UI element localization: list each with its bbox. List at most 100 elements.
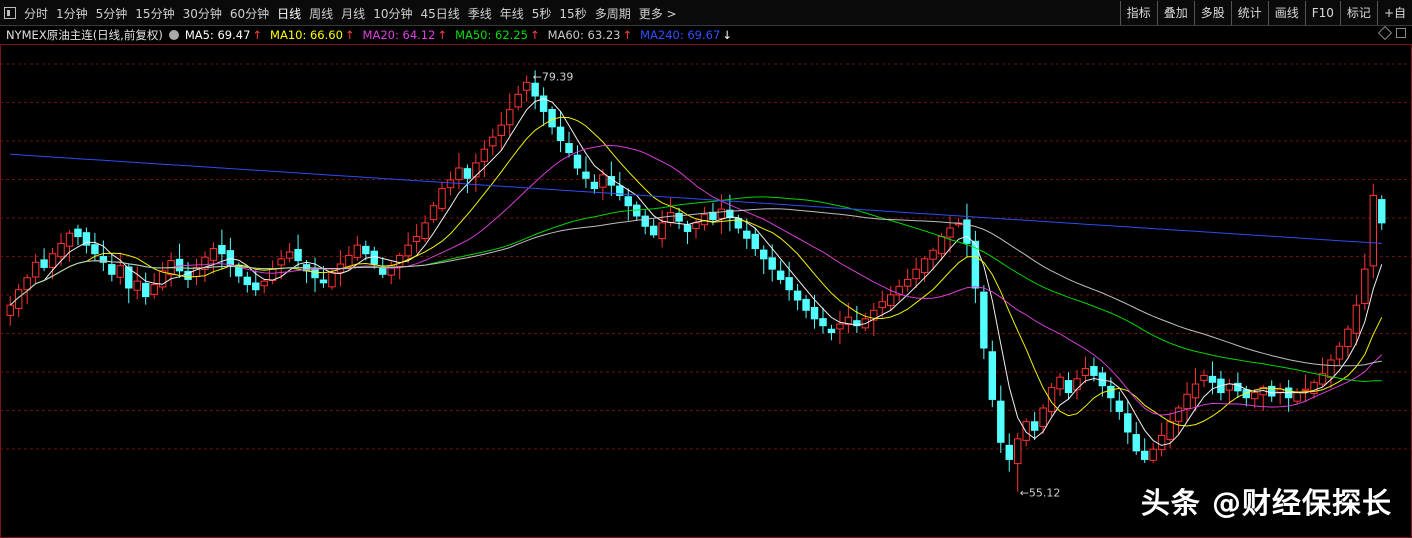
candle-up: [1157, 434, 1166, 451]
period-tab[interactable]: 45日线: [420, 5, 459, 22]
tool-button[interactable]: F10: [1304, 1, 1340, 25]
candle-down: [319, 279, 328, 284]
candle-up: [599, 174, 607, 188]
trend-arrow-icon: ↑: [437, 28, 448, 42]
period-tab[interactable]: 15分钟: [135, 5, 174, 22]
candle-up: [480, 148, 489, 162]
tool-button[interactable]: 标记: [1339, 1, 1377, 25]
diamond-icon[interactable]: [1377, 25, 1393, 41]
instrument-title: NYMEX原油主连(日线,前复权): [6, 28, 163, 42]
candlestick-chart[interactable]: ←79.39 ←55.12: [0, 44, 1412, 538]
candle-down: [548, 109, 556, 128]
candle-down: [1124, 413, 1132, 433]
candle-down: [980, 291, 988, 349]
candle-down: [683, 224, 692, 232]
eye-icon[interactable]: [168, 30, 179, 40]
candle-down: [243, 276, 252, 286]
candle-down: [997, 400, 1005, 443]
period-tab[interactable]: 年线: [500, 5, 524, 22]
candle-down: [590, 181, 599, 190]
tool-button[interactable]: 叠加: [1156, 1, 1194, 25]
square-icon[interactable]: [1396, 28, 1406, 38]
ma10-line: [9, 116, 1383, 427]
candle-up: [353, 244, 362, 258]
period-tab[interactable]: 15秒: [559, 5, 586, 22]
candle-up: [522, 81, 531, 91]
trend-arrow-icon: ↓: [722, 28, 732, 42]
candle-down: [294, 248, 302, 262]
period-tab[interactable]: 30分钟: [183, 5, 222, 22]
period-tab[interactable]: 周线: [309, 5, 333, 22]
candle-down: [743, 230, 751, 239]
panel-toggle-icon[interactable]: [4, 7, 16, 19]
candle-up: [133, 280, 141, 291]
tool-button[interactable]: +自: [1376, 1, 1412, 25]
period-tab[interactable]: 分时: [24, 5, 48, 22]
tool-button[interactable]: 指标: [1119, 1, 1157, 25]
indicator-bar: NYMEX原油主连(日线,前复权) MA5: 69.47 ↑ MA10: 66.60…: [6, 26, 740, 44]
low-price-label: ←55.12: [1020, 487, 1061, 500]
candle-up: [1174, 407, 1183, 422]
candle-up: [1191, 383, 1200, 399]
period-tab[interactable]: 更多 >: [639, 5, 677, 22]
period-tab[interactable]: 10分钟: [373, 5, 412, 22]
candle-up: [1014, 438, 1022, 465]
period-tab[interactable]: 60分钟: [230, 5, 269, 22]
period-tab[interactable]: 季线: [468, 5, 492, 22]
period-tab[interactable]: 多周期: [595, 5, 631, 22]
candle-down: [785, 277, 793, 291]
candle-down: [1208, 375, 1217, 383]
trend-arrow-icon: ↑: [622, 28, 633, 42]
candle-up: [260, 280, 268, 287]
candle-up: [455, 167, 463, 181]
candle-down: [531, 82, 539, 97]
ma-value: MA50: 62.25 ↑: [455, 28, 540, 42]
period-tab[interactable]: 5分钟: [96, 5, 128, 22]
tool-button[interactable]: 统计: [1230, 1, 1268, 25]
candle-up: [404, 244, 412, 257]
candle-down: [1132, 434, 1140, 452]
candle-down: [141, 282, 150, 298]
tool-button[interactable]: 多股: [1193, 1, 1231, 25]
candle-up: [1352, 304, 1361, 334]
period-tab[interactable]: 日线: [277, 5, 301, 22]
candle-down: [370, 250, 378, 265]
ma-value: MA10: 66.60 ↑: [270, 28, 355, 42]
candle-up: [412, 236, 421, 242]
candle-up: [692, 222, 700, 229]
candle-down: [751, 233, 759, 250]
chart-frame: [0, 44, 1412, 538]
candle-up: [438, 188, 446, 209]
candle-up: [1022, 421, 1030, 441]
candle-down: [252, 282, 260, 291]
period-toolbar: 分时 1分钟 5分钟 15分钟 30分钟 60分钟 日线 周线 月线 10分钟 45日线 季线 年线 5秒…: [0, 0, 1412, 26]
candle-up: [446, 179, 455, 189]
candle-down: [175, 258, 184, 272]
candle-up: [285, 251, 294, 259]
candle-up: [1301, 388, 1310, 391]
high-price-label: ←79.39: [533, 71, 574, 84]
candle-up: [209, 248, 218, 261]
candle-down: [793, 290, 802, 301]
tool-button[interactable]: 画线: [1267, 1, 1305, 25]
candle-down: [1107, 385, 1115, 399]
candle-up: [1369, 194, 1378, 267]
candle-up: [6, 304, 14, 316]
candle-up: [1335, 345, 1344, 360]
candle-down: [1064, 380, 1073, 394]
candle-up: [1149, 448, 1157, 461]
candle-up: [421, 222, 429, 240]
trend-arrow-icon: ↑: [252, 28, 263, 42]
candle-up: [658, 222, 666, 240]
candle-up: [31, 261, 40, 278]
candle-up: [1166, 421, 1174, 440]
candle-up: [395, 254, 404, 267]
period-tab[interactable]: 5秒: [532, 5, 552, 22]
candle-up: [912, 268, 920, 280]
period-tab[interactable]: 1分钟: [56, 5, 88, 22]
candle-down: [1115, 400, 1124, 412]
period-tab[interactable]: 月线: [341, 5, 365, 22]
period-tabs: 分时 1分钟 5分钟 15分钟 30分钟 60分钟 日线 周线 月线 10分钟 45日线 季线 年线 5秒…: [4, 0, 685, 26]
candle-up: [878, 301, 886, 309]
candle-up: [1327, 359, 1335, 379]
